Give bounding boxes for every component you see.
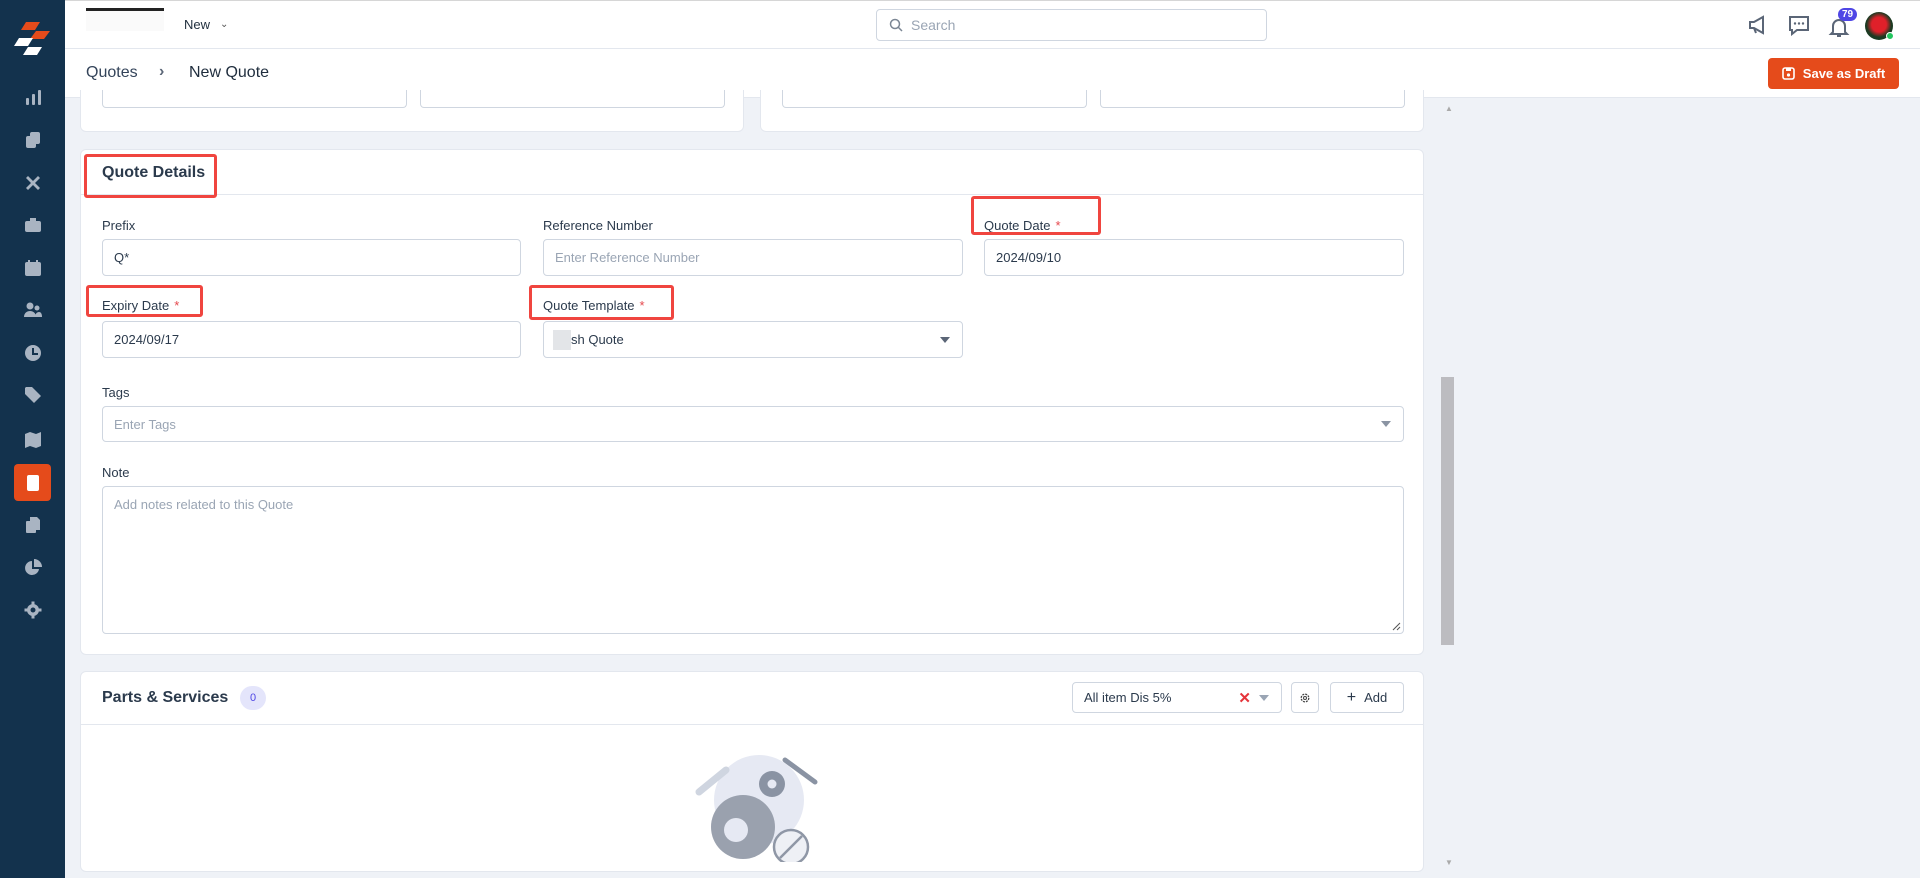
users-icon xyxy=(23,302,42,317)
gear-icon xyxy=(1300,693,1310,702)
online-status-dot xyxy=(1886,32,1894,40)
sidebar-item-settings[interactable] xyxy=(14,591,51,628)
scrollbar-thumb[interactable] xyxy=(1441,377,1454,645)
clock-icon xyxy=(24,344,41,361)
previous-section-right xyxy=(760,90,1424,132)
gear-icon xyxy=(24,601,41,618)
note-label: Note xyxy=(102,465,130,480)
tags-placeholder: Enter Tags xyxy=(114,416,176,432)
field-input[interactable] xyxy=(102,90,407,108)
annotation-box xyxy=(86,285,203,317)
prefix-value: Q* xyxy=(114,250,130,265)
field-input[interactable] xyxy=(420,90,725,108)
megaphone-icon[interactable] xyxy=(1747,14,1769,36)
plus-icon: + xyxy=(1346,688,1357,706)
tools-icon xyxy=(25,175,40,190)
scroll-up-arrow-icon[interactable]: ▲ xyxy=(1445,104,1453,113)
search-input[interactable]: Search xyxy=(876,9,1267,41)
sidebar-item-timesheet[interactable] xyxy=(14,334,51,371)
reference-number-placeholder: Enter Reference Number xyxy=(555,250,700,265)
quote-date-input[interactable]: 2024/09/10 xyxy=(984,239,1404,276)
add-label: Add xyxy=(1364,690,1388,705)
add-item-button[interactable]: + Add xyxy=(1330,682,1404,713)
chevron-right-icon: › xyxy=(159,63,165,80)
quote-details-card: Quote Details Prefix Q* Reference Number… xyxy=(80,149,1424,655)
documents-icon xyxy=(25,516,40,533)
reference-number-input[interactable]: Enter Reference Number xyxy=(543,239,963,276)
field-input[interactable] xyxy=(1100,90,1405,108)
new-menu-button[interactable]: New ⌄ xyxy=(184,17,228,32)
calendar-icon xyxy=(24,259,41,276)
settings-button[interactable] xyxy=(1291,682,1319,713)
map-icon xyxy=(24,431,41,448)
save-as-draft-button[interactable]: Save as Draft xyxy=(1768,58,1899,89)
sidebar-item-jobs[interactable] xyxy=(14,206,51,243)
sidebar xyxy=(0,0,65,878)
sidebar-item-tasks[interactable] xyxy=(14,121,51,158)
page-thumbnail xyxy=(86,8,164,31)
quote-template-value: sh Quote xyxy=(571,332,624,347)
field-input[interactable] xyxy=(782,90,1087,108)
search-icon xyxy=(889,18,903,32)
sidebar-item-calendar[interactable] xyxy=(14,249,51,286)
search-placeholder: Search xyxy=(911,17,956,33)
dropdown-caret-icon xyxy=(1381,421,1391,427)
pie-chart-icon xyxy=(24,558,42,575)
dropdown-caret-icon xyxy=(1259,694,1269,701)
sidebar-item-invoices[interactable] xyxy=(14,506,51,543)
quote-date-value: 2024/09/10 xyxy=(996,250,1062,265)
previous-section-left xyxy=(80,90,744,132)
breadcrumb-quotes-link[interactable]: Quotes xyxy=(86,64,138,82)
sidebar-item-reports[interactable] xyxy=(14,549,51,586)
sidebar-item-tools[interactable] xyxy=(14,164,51,201)
prefix-input[interactable]: Q* xyxy=(102,239,521,276)
bar-chart-icon xyxy=(25,89,41,105)
clipboard-check-icon xyxy=(25,131,40,148)
note-textarea[interactable]: Add notes related to this Quote xyxy=(102,486,1404,634)
sidebar-item-dashboard[interactable] xyxy=(14,78,51,115)
briefcase-icon xyxy=(24,217,41,232)
quote-template-select[interactable]: sh Quote xyxy=(543,321,963,358)
chat-icon[interactable] xyxy=(1788,14,1810,36)
notification-badge: 79 xyxy=(1838,8,1858,21)
section-title: Parts & Services xyxy=(102,689,229,706)
scrollbar[interactable]: ▲ ▼ xyxy=(1441,98,1457,878)
redacted-block xyxy=(553,329,571,350)
save-as-draft-label: Save as Draft xyxy=(1802,66,1886,81)
dropdown-caret-icon xyxy=(940,336,950,343)
top-bar: New ⌄ Search 79 xyxy=(65,0,1920,49)
annotation-box xyxy=(971,196,1101,235)
sidebar-item-pricebook[interactable] xyxy=(14,376,51,413)
tags-label: Tags xyxy=(102,385,130,400)
resize-handle-icon[interactable] xyxy=(1391,621,1401,631)
item-count-badge: 0 xyxy=(240,686,266,710)
scroll-down-arrow-icon[interactable]: ▼ xyxy=(1445,858,1453,867)
discount-value: All item Dis 5% xyxy=(1084,690,1172,705)
annotation-box xyxy=(84,154,217,198)
prefix-label: Prefix xyxy=(102,218,136,233)
expiry-date-value: 2024/09/17 xyxy=(114,332,180,347)
reference-number-label: Reference Number xyxy=(543,218,653,233)
discount-select[interactable]: All item Dis 5% ✕ xyxy=(1072,682,1282,713)
clear-icon[interactable]: ✕ xyxy=(1238,689,1251,707)
app-logo[interactable] xyxy=(14,22,50,61)
sidebar-item-quotes[interactable] xyxy=(14,464,51,501)
sidebar-item-customers[interactable] xyxy=(14,291,51,328)
floppy-disk-icon xyxy=(1781,67,1795,80)
tags-input[interactable]: Enter Tags xyxy=(102,406,1404,442)
parts-services-card: Parts & Services 0 All item Dis 5% ✕ + Ad… xyxy=(80,671,1424,872)
empty-state-illustration xyxy=(695,755,818,862)
new-menu-label: New xyxy=(184,17,211,32)
tag-icon xyxy=(24,386,41,403)
expiry-date-input[interactable]: 2024/09/17 xyxy=(102,321,521,358)
page-title: New Quote xyxy=(189,64,270,81)
annotation-box xyxy=(529,285,674,320)
note-placeholder: Add notes related to this Quote xyxy=(114,497,294,512)
sidebar-item-map[interactable] xyxy=(14,421,51,458)
calculator-icon xyxy=(26,474,39,491)
chevron-down-icon: ⌄ xyxy=(220,19,229,30)
divider xyxy=(81,194,1423,195)
divider xyxy=(81,724,1423,725)
